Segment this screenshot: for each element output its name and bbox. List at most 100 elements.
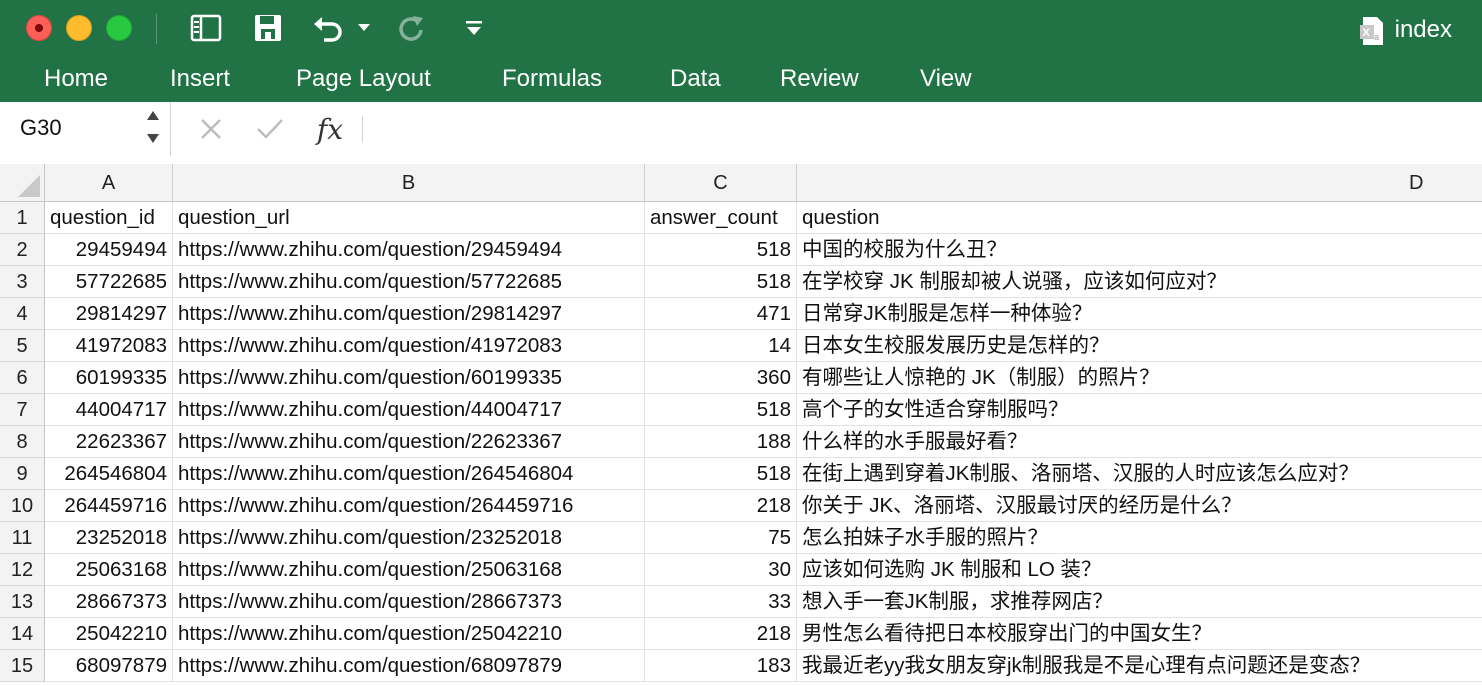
row-header[interactable]: 3	[0, 266, 45, 298]
cell-question-id[interactable]: 68097879	[45, 650, 173, 682]
cell-question-url[interactable]: https://www.zhihu.com/question/29814297	[173, 298, 645, 330]
cell-question-id[interactable]: 25042210	[45, 618, 173, 650]
tab-view[interactable]: View	[920, 62, 972, 96]
cell-question-url[interactable]: https://www.zhihu.com/question/44004717	[173, 394, 645, 426]
cell-answer-count[interactable]: 218	[645, 490, 797, 522]
cell-question[interactable]: 我最近老yy我女朋友穿jk制服我是不是心理有点问题还是变态？	[797, 650, 1482, 682]
cell-question-id[interactable]: question_id	[45, 202, 173, 234]
window-close-button[interactable]	[26, 15, 52, 41]
row-header[interactable]: 6	[0, 362, 45, 394]
row-header[interactable]: 5	[0, 330, 45, 362]
cell-question-id[interactable]: 28667373	[45, 586, 173, 618]
save-icon[interactable]	[250, 12, 286, 44]
cell-question-id[interactable]: 57722685	[45, 266, 173, 298]
tab-data[interactable]: Data	[670, 62, 721, 96]
cell-answer-count[interactable]: 218	[645, 618, 797, 650]
tab-review[interactable]: Review	[780, 62, 859, 96]
redo-icon[interactable]	[394, 12, 430, 44]
cancel-formula-button[interactable]	[196, 111, 226, 147]
row-header[interactable]: 15	[0, 650, 45, 682]
formula-input[interactable]	[372, 110, 1476, 150]
cell-question-url[interactable]: https://www.zhihu.com/question/29459494	[173, 234, 645, 266]
cell-question[interactable]: 在街上遇到穿着JK制服、洛丽塔、汉服的人时应该怎么应对？	[797, 458, 1482, 490]
tab-page-layout[interactable]: Page Layout	[296, 62, 431, 96]
window-maximize-button[interactable]	[106, 15, 132, 41]
select-all-button[interactable]	[0, 164, 45, 202]
cell-question-url[interactable]: https://www.zhihu.com/question/28667373	[173, 586, 645, 618]
column-header-b[interactable]: B	[173, 164, 645, 202]
cell-answer-count[interactable]: 518	[645, 266, 797, 298]
cell-question[interactable]: 男性怎么看待把日本校服穿出门的中国女生？	[797, 618, 1482, 650]
cell-question[interactable]: 你关于 JK、洛丽塔、汉服最讨厌的经历是什么？	[797, 490, 1482, 522]
cell-question[interactable]: 怎么拍妹子水手服的照片？	[797, 522, 1482, 554]
cell-answer-count[interactable]: 518	[645, 394, 797, 426]
row-header[interactable]: 9	[0, 458, 45, 490]
cell-question-url[interactable]: https://www.zhihu.com/question/25063168	[173, 554, 645, 586]
row-header[interactable]: 7	[0, 394, 45, 426]
cell-answer-count[interactable]: 518	[645, 234, 797, 266]
row-header[interactable]: 11	[0, 522, 45, 554]
cell-answer-count[interactable]: 30	[645, 554, 797, 586]
cell-question-url[interactable]: question_url	[173, 202, 645, 234]
cell-question-url[interactable]: https://www.zhihu.com/question/60199335	[173, 362, 645, 394]
cell-question-url[interactable]: https://www.zhihu.com/question/41972083	[173, 330, 645, 362]
cell-answer-count[interactable]: 471	[645, 298, 797, 330]
cell-question[interactable]: 在学校穿 JK 制服却被人说骚，应该如何应对？	[797, 266, 1482, 298]
customize-toolbar-icon[interactable]	[460, 12, 488, 44]
cell-answer-count[interactable]: 188	[645, 426, 797, 458]
cell-question-id[interactable]: 25063168	[45, 554, 173, 586]
name-box-value[interactable]: G30	[20, 115, 62, 141]
row-header[interactable]: 12	[0, 554, 45, 586]
column-header-d[interactable]: D	[797, 164, 1482, 202]
cell-question-id[interactable]: 29814297	[45, 298, 173, 330]
column-header-c[interactable]: C	[645, 164, 797, 202]
cell-question[interactable]: 日常穿JK制服是怎样一种体验？	[797, 298, 1482, 330]
cell-question-id[interactable]: 264459716	[45, 490, 173, 522]
row-header[interactable]: 14	[0, 618, 45, 650]
cell-question-id[interactable]: 60199335	[45, 362, 173, 394]
cell-question-id[interactable]: 41972083	[45, 330, 173, 362]
cell-answer-count[interactable]: 360	[645, 362, 797, 394]
cell-question-id[interactable]: 29459494	[45, 234, 173, 266]
cell-answer-count[interactable]: 14	[645, 330, 797, 362]
cell-question-url[interactable]: https://www.zhihu.com/question/23252018	[173, 522, 645, 554]
row-header[interactable]: 13	[0, 586, 45, 618]
cell-question-id[interactable]: 44004717	[45, 394, 173, 426]
tab-insert[interactable]: Insert	[170, 62, 230, 96]
cell-question-url[interactable]: https://www.zhihu.com/question/25042210	[173, 618, 645, 650]
row-header[interactable]: 2	[0, 234, 45, 266]
cell-answer-count[interactable]: answer_count	[645, 202, 797, 234]
sidebar-toggle-icon[interactable]	[188, 12, 224, 44]
cell-answer-count[interactable]: 33	[645, 586, 797, 618]
cell-question[interactable]: 什么样的水手服最好看？	[797, 426, 1482, 458]
cell-question-id[interactable]: 264546804	[45, 458, 173, 490]
cell-answer-count[interactable]: 518	[645, 458, 797, 490]
insert-function-button[interactable]: fx	[312, 111, 348, 147]
cell-question-id[interactable]: 22623367	[45, 426, 173, 458]
cell-question-id[interactable]: 23252018	[45, 522, 173, 554]
cell-question-url[interactable]: https://www.zhihu.com/question/57722685	[173, 266, 645, 298]
row-header[interactable]: 4	[0, 298, 45, 330]
cell-question[interactable]: 高个子的女性适合穿制服吗？	[797, 394, 1482, 426]
cell-question[interactable]: 有哪些让人惊艳的 JK（制服）的照片？	[797, 362, 1482, 394]
cell-question-url[interactable]: https://www.zhihu.com/question/264459716	[173, 490, 645, 522]
name-box-stepper[interactable]	[144, 108, 162, 150]
tab-home[interactable]: Home	[44, 62, 108, 96]
window-minimize-button[interactable]	[66, 15, 92, 41]
row-header[interactable]: 1	[0, 202, 45, 234]
cell-answer-count[interactable]: 183	[645, 650, 797, 682]
undo-dropdown-icon[interactable]	[354, 12, 374, 44]
tab-formulas[interactable]: Formulas	[502, 62, 602, 96]
cell-question[interactable]: 中国的校服为什么丑？	[797, 234, 1482, 266]
name-box[interactable]: G30	[0, 102, 171, 156]
confirm-formula-button[interactable]	[254, 111, 286, 147]
undo-icon[interactable]	[310, 12, 346, 44]
cell-question[interactable]: question	[797, 202, 1482, 234]
cell-question[interactable]: 应该如何选购 JK 制服和 LO 装？	[797, 554, 1482, 586]
row-header[interactable]: 10	[0, 490, 45, 522]
cell-question[interactable]: 想入手一套JK制服，求推荐网店？	[797, 586, 1482, 618]
cell-question-url[interactable]: https://www.zhihu.com/question/22623367	[173, 426, 645, 458]
cell-question[interactable]: 日本女生校服发展历史是怎样的？	[797, 330, 1482, 362]
cell-question-url[interactable]: https://www.zhihu.com/question/264546804	[173, 458, 645, 490]
column-header-a[interactable]: A	[45, 164, 173, 202]
